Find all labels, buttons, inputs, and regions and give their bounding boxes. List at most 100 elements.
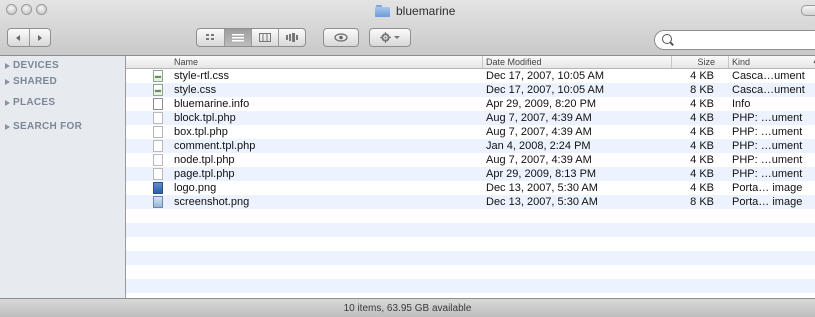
close-window-button[interactable] (6, 4, 17, 15)
file-name: page.tpl.php (174, 168, 235, 180)
file-row[interactable]: box.tpl.php Aug 7, 2007, 4:39 AM 4 KB PH… (126, 125, 815, 139)
png-image-icon (153, 196, 163, 208)
empty-row (126, 237, 815, 251)
folder-icon (375, 5, 390, 17)
file-kind: PHP: …ument (732, 126, 803, 138)
file-row[interactable]: block.tpl.php Aug 7, 2007, 4:39 AM 4 KB … (126, 111, 815, 125)
toolbar-area: bluemarine (0, 0, 815, 56)
file-size: 8 KB (690, 196, 714, 208)
file-date: Aug 7, 2007, 4:39 AM (486, 126, 592, 138)
list-view-button[interactable] (224, 29, 251, 46)
file-row[interactable]: bluemarine.info Apr 29, 2009, 8:20 PM 4 … (126, 97, 815, 111)
file-row[interactable]: node.tpl.php Aug 7, 2007, 4:39 AM 4 KB P… (126, 153, 815, 167)
sidebar-section-label: DEVICES (13, 60, 60, 71)
list-view-icon (232, 34, 245, 42)
file-name: box.tpl.php (174, 126, 228, 138)
window-title: bluemarine (375, 3, 455, 19)
file-date: Jan 4, 2008, 2:24 PM (486, 140, 591, 152)
sidebar-section-devices[interactable]: DEVICES (5, 60, 59, 71)
file-name: screenshot.png (174, 196, 250, 208)
sidebar-section-search-for[interactable]: SEARCH FOR (5, 121, 82, 132)
back-button[interactable] (8, 29, 29, 46)
back-forward-control (7, 28, 51, 47)
sidebar-section-shared[interactable]: SHARED (5, 76, 57, 87)
sidebar-section-label: SHARED (13, 76, 58, 87)
css-file-icon (153, 84, 163, 96)
eye-icon (334, 33, 348, 42)
search-input[interactable] (675, 33, 815, 49)
disclosure-triangle-icon (5, 62, 10, 69)
gear-icon (380, 32, 391, 43)
status-text: 10 items, 63.95 GB available (343, 303, 472, 314)
minimize-window-button[interactable] (21, 4, 32, 15)
forward-button[interactable] (28, 29, 50, 46)
php-file-icon (153, 168, 163, 180)
file-row[interactable]: logo.png Dec 13, 2007, 5:30 AM 4 KB Port… (126, 181, 815, 195)
column-header-row: Name Date Modified Size Kind ▲ (126, 56, 815, 69)
file-row[interactable]: style-rtl.css Dec 17, 2007, 10:05 AM 4 K… (126, 69, 815, 83)
file-row[interactable]: style.css Dec 17, 2007, 10:05 AM 8 KB Ca… (126, 83, 815, 97)
file-name: bluemarine.info (174, 98, 250, 110)
file-kind: Porta… image (732, 196, 803, 208)
sidebar-section-label: PLACES (13, 97, 56, 108)
file-date: Dec 13, 2007, 5:30 AM (486, 196, 598, 208)
window-title-text: bluemarine (396, 4, 456, 18)
file-size: 8 KB (690, 84, 714, 96)
disclosure-triangle-icon (5, 99, 10, 106)
file-kind: Info (732, 98, 751, 110)
file-kind: PHP: …ument (732, 112, 803, 124)
file-date: Apr 29, 2009, 8:13 PM (486, 168, 597, 180)
status-bar: 10 items, 63.95 GB available (0, 298, 815, 317)
file-date: Dec 13, 2007, 5:30 AM (486, 182, 598, 194)
empty-row (126, 251, 815, 265)
php-file-icon (153, 126, 163, 138)
file-row[interactable]: comment.tpl.php Jan 4, 2008, 2:24 PM 4 K… (126, 139, 815, 153)
column-header-name[interactable]: Name (174, 56, 198, 68)
php-file-icon (153, 154, 163, 166)
php-file-icon (153, 112, 163, 124)
document-icon (153, 98, 163, 110)
file-name: logo.png (174, 182, 217, 194)
empty-row (126, 265, 815, 279)
zoom-window-button[interactable] (36, 4, 47, 15)
disclosure-triangle-icon (5, 123, 10, 130)
file-kind: PHP: …ument (732, 140, 803, 152)
file-size: 4 KB (690, 70, 714, 82)
disclosure-triangle-icon (5, 78, 10, 85)
sidebar: DEVICES SHARED PLACES SEARCH FOR (0, 56, 126, 298)
column-header-kind[interactable]: Kind (728, 56, 802, 68)
back-arrow-icon (16, 34, 21, 41)
php-file-icon (153, 140, 163, 152)
file-size: 4 KB (690, 112, 714, 124)
search-field[interactable] (654, 30, 815, 50)
coverflow-view-button[interactable] (277, 29, 305, 46)
action-menu-button[interactable] (369, 28, 411, 47)
view-mode-control (196, 28, 306, 47)
png-image-icon (153, 182, 163, 194)
file-size: 4 KB (690, 126, 714, 138)
icon-view-button[interactable] (197, 29, 224, 46)
file-size: 4 KB (690, 182, 714, 194)
quick-look-button[interactable] (323, 28, 359, 47)
file-date: Aug 7, 2007, 4:39 AM (486, 112, 592, 124)
icon-view-icon (206, 34, 215, 40)
file-row[interactable]: page.tpl.php Apr 29, 2009, 8:13 PM 4 KB … (126, 167, 815, 181)
sidebar-section-places[interactable]: PLACES (5, 97, 55, 108)
file-name: style.css (174, 84, 217, 96)
column-header-date[interactable]: Date Modified (482, 56, 656, 68)
file-kind: PHP: …ument (732, 168, 803, 180)
file-kind: Porta… image (732, 182, 803, 194)
css-file-icon (153, 70, 163, 82)
file-size: 4 KB (690, 98, 714, 110)
file-size: 4 KB (690, 168, 714, 180)
file-list: Name Date Modified Size Kind ▲ style-rtl… (126, 56, 815, 298)
file-name: node.tpl.php (174, 154, 235, 166)
file-row[interactable]: screenshot.png Dec 13, 2007, 5:30 AM 8 K… (126, 195, 815, 209)
finder-window: bluemarine DEVICES SHARED PLACES SEARCH … (0, 0, 815, 317)
empty-row (126, 209, 815, 223)
file-kind: Casca…ument (732, 84, 805, 96)
file-date: Dec 17, 2007, 10:05 AM (486, 70, 605, 82)
column-header-size[interactable]: Size (671, 56, 715, 68)
column-view-button[interactable] (251, 29, 278, 46)
toolbar-toggle-button[interactable] (801, 5, 815, 16)
